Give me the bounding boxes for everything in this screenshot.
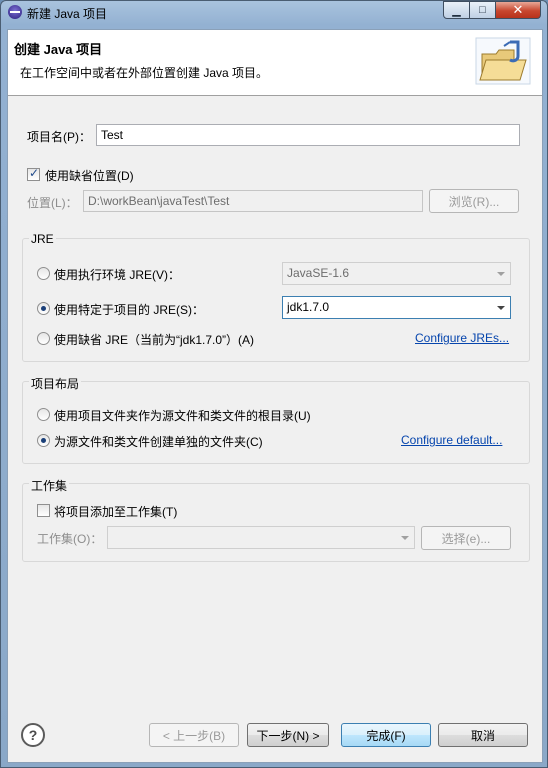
dialog-window: 新建 Java 项目 ▁ □ ✕ 创建 Java 项目 在工作空间中或者在外部位… bbox=[0, 0, 548, 768]
next-button[interactable]: 下一步(N) > bbox=[247, 723, 329, 747]
working-sets-group-title: 工作集 bbox=[29, 477, 70, 494]
minimize-button[interactable]: ▁ bbox=[443, 1, 470, 19]
jre-default-label[interactable]: 使用缺省 JRE（当前为“jdk1.7.0”）(A) bbox=[54, 331, 254, 348]
title-bar[interactable]: 新建 Java 项目 ▁ □ ✕ bbox=[1, 1, 547, 25]
window-title: 新建 Java 项目 bbox=[27, 7, 108, 21]
java-project-folder-icon bbox=[475, 37, 531, 85]
close-icon: ✕ bbox=[512, 2, 524, 17]
layout-project-folder-label[interactable]: 使用项目文件夹作为源文件和类文件的根目录(U) bbox=[54, 407, 311, 424]
maximize-button[interactable]: □ bbox=[470, 1, 496, 19]
chevron-down-icon bbox=[401, 536, 409, 540]
project-layout-group: 项目布局 使用项目文件夹作为源文件和类文件的根目录(U) 为源文件和类文件创建单… bbox=[22, 375, 530, 464]
add-to-working-set-checkbox[interactable] bbox=[37, 504, 50, 517]
layout-project-folder-radio[interactable] bbox=[37, 408, 50, 421]
minimize-icon: ▁ bbox=[452, 4, 461, 17]
use-default-location-checkbox[interactable] bbox=[27, 166, 40, 181]
jre-group: JRE 使用执行环境 JRE(V)： JavaSE-1.6 使用特定于项目的 J… bbox=[22, 232, 530, 362]
layout-separate-folders-radio[interactable] bbox=[37, 434, 50, 447]
working-sets-group: 工作集 将项目添加至工作集(T) 工作集(O)： 选择(e)... bbox=[22, 477, 530, 562]
project-name-label: 项目名(P)： bbox=[27, 130, 91, 144]
configure-default-link[interactable]: Configure default... bbox=[401, 433, 502, 447]
jre-project-specific-radio[interactable] bbox=[37, 302, 50, 315]
chevron-down-icon bbox=[497, 306, 505, 310]
jre-project-specific-label[interactable]: 使用特定于项目的 JRE(S)： bbox=[54, 301, 204, 318]
working-set-combo[interactable] bbox=[107, 526, 415, 549]
chevron-down-icon bbox=[497, 272, 505, 276]
close-button[interactable]: ✕ bbox=[496, 1, 541, 19]
execution-env-value: JavaSE-1.6 bbox=[287, 266, 350, 280]
project-jre-value: jdk1.7.0 bbox=[287, 300, 330, 314]
jre-group-title: JRE bbox=[29, 232, 56, 246]
jre-default-radio[interactable] bbox=[37, 332, 50, 345]
location-label: 位置(L)： bbox=[27, 196, 78, 210]
select-working-set-button[interactable]: 选择(e)... bbox=[421, 526, 511, 550]
project-layout-group-title: 项目布局 bbox=[29, 375, 82, 392]
layout-separate-folders-label[interactable]: 为源文件和类文件创建单独的文件夹(C) bbox=[54, 433, 263, 450]
wizard-banner: 创建 Java 项目 在工作空间中或者在外部位置创建 Java 项目。 bbox=[8, 30, 542, 96]
use-default-location-label[interactable]: 使用缺省位置(D) bbox=[45, 167, 134, 184]
browse-button[interactable]: 浏览(R)... bbox=[429, 189, 519, 213]
help-icon[interactable]: ? bbox=[21, 723, 45, 747]
working-set-label: 工作集(O)： bbox=[37, 532, 103, 546]
add-to-working-set-label[interactable]: 将项目添加至工作集(T) bbox=[54, 503, 177, 520]
jre-execution-env-label[interactable]: 使用执行环境 JRE(V)： bbox=[54, 266, 180, 283]
location-input[interactable]: D:\workBean\javaTest\Test bbox=[83, 190, 423, 212]
eclipse-icon bbox=[8, 5, 22, 19]
cancel-button[interactable]: 取消 bbox=[438, 723, 528, 747]
finish-button[interactable]: 完成(F) bbox=[341, 723, 431, 747]
banner-title: 创建 Java 项目 bbox=[14, 42, 103, 57]
jre-execution-env-radio[interactable] bbox=[37, 267, 50, 280]
banner-description: 在工作空间中或者在外部位置创建 Java 项目。 bbox=[20, 66, 269, 80]
maximize-icon: □ bbox=[479, 4, 486, 16]
project-name-input[interactable]: Test bbox=[96, 124, 520, 146]
dialog-content: 创建 Java 项目 在工作空间中或者在外部位置创建 Java 项目。 项目名(… bbox=[7, 29, 543, 763]
project-jre-combo[interactable]: jdk1.7.0 bbox=[282, 296, 511, 319]
configure-jres-link[interactable]: Configure JREs... bbox=[415, 331, 509, 345]
back-button[interactable]: < 上一步(B) bbox=[149, 723, 239, 747]
execution-env-combo[interactable]: JavaSE-1.6 bbox=[282, 262, 511, 285]
